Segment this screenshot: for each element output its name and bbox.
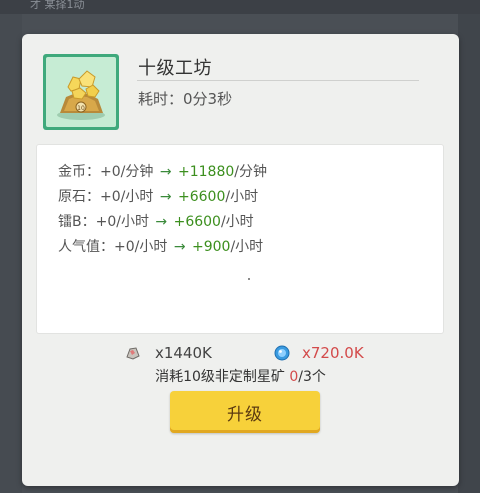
stat-row-popularity: 人气值：+0/小时 → +900/小时: [58, 236, 263, 256]
stat-label: 镭B：: [58, 214, 96, 230]
arrow-icon: →: [159, 164, 172, 180]
stat-label: 人气值：: [58, 239, 114, 255]
consume-requirement: 消耗10级非定制星矿 0/3个: [22, 366, 459, 386]
stat-row-stone: 原石：+0/小时 → +6600/小时: [58, 186, 258, 206]
building-title: 十级工坊: [138, 58, 212, 79]
blue-coin-icon: [274, 345, 290, 361]
title-divider: [137, 80, 419, 81]
ore-icon: [126, 347, 140, 360]
background-right: [458, 14, 480, 493]
stat-old: +0/小时: [100, 189, 154, 205]
arrow-icon: →: [159, 189, 172, 205]
time-value: 0分3秒: [183, 90, 233, 108]
stat-row-gold: 金币：+0/分钟 → +11880/分钟: [58, 161, 267, 181]
stat-label: 金币：: [58, 164, 100, 180]
building-icon-frame: 10: [43, 54, 119, 130]
stat-old: +0/分钟: [100, 164, 154, 180]
ore-cost: x1440K: [155, 344, 212, 362]
stat-new: +11880: [178, 164, 235, 180]
background-left: [0, 14, 22, 493]
stat-new: +900: [192, 239, 231, 255]
upgrade-time: 耗时：0分3秒: [138, 88, 232, 109]
consume-have: 0: [289, 369, 299, 385]
time-label: 耗时：: [138, 90, 184, 108]
stat-new: +6600: [173, 214, 221, 230]
coin-cost: x720.0K: [302, 344, 364, 362]
stat-new: +6600: [178, 189, 226, 205]
stat-unit: /小时: [230, 239, 264, 255]
golden-rock-workshop-icon: 10: [46, 57, 116, 127]
stat-label: 原石：: [58, 189, 100, 205]
stat-row-radium: 镭B：+0/小时 → +6600/小时: [58, 211, 254, 231]
consume-prefix: 消耗10级非定制星矿: [155, 369, 290, 385]
arrow-icon: →: [173, 239, 186, 255]
upgrade-dialog: 10 十级工坊 耗时：0分3秒 金币：+0/分钟 → +11880/分钟 原石：…: [22, 34, 459, 486]
background-top-text: 才 某择1动: [0, 0, 480, 14]
upgrade-button[interactable]: 升级: [170, 391, 320, 433]
stat-unit: /分钟: [234, 164, 267, 180]
stats-panel: 金币：+0/分钟 → +11880/分钟 原石：+0/小时 → +6600/小时…: [37, 145, 443, 333]
stray-dot: [248, 278, 250, 280]
stat-unit: /小时: [220, 214, 254, 230]
stat-old: +0/小时: [114, 239, 168, 255]
svg-text:10: 10: [77, 105, 85, 112]
stat-unit: /小时: [225, 189, 259, 205]
consume-suffix: /3个: [298, 369, 326, 385]
stat-old: +0/小时: [95, 214, 149, 230]
arrow-icon: →: [155, 214, 168, 230]
